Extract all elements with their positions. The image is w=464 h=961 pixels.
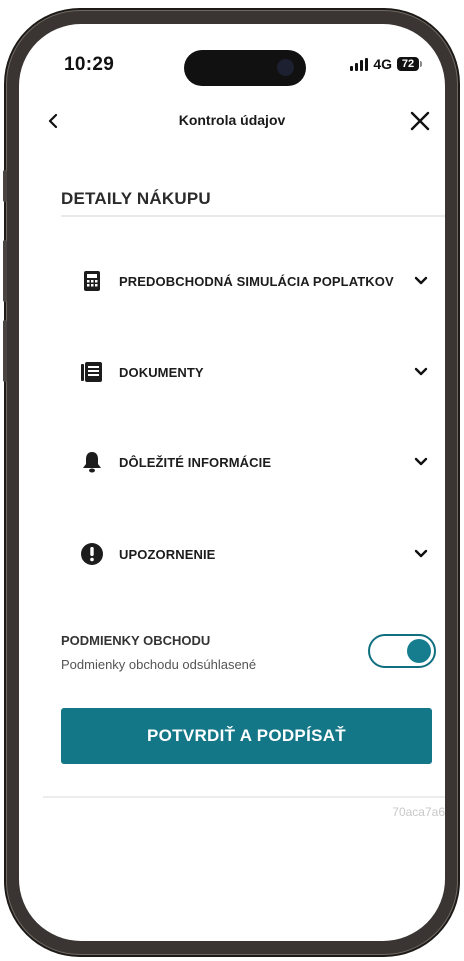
footer-divider (43, 796, 445, 798)
signal-icon (350, 57, 369, 71)
chevron-down-icon (414, 276, 428, 285)
volume-down-button (3, 320, 7, 382)
chevron-down-icon (414, 367, 428, 376)
build-id: 70aca7a6 (392, 805, 445, 819)
phone-frame: 10:29 4G 72 Kontrola údajov DETAILY NÁKU… (3, 10, 458, 955)
app-screen: 10:29 4G 72 Kontrola údajov DETAILY NÁKU… (19, 24, 445, 941)
terms-status: Podmienky obchodu odsúhlasené (61, 657, 257, 672)
network-type: 4G (373, 56, 392, 72)
document-icon (79, 359, 105, 385)
bell-icon (79, 449, 105, 475)
camera-lens (277, 59, 294, 76)
terms-title: PODMIENKY OBCHODU (61, 633, 211, 648)
chevron-down-icon (414, 549, 428, 558)
accordion-documents[interactable]: DOKUMENTY (79, 357, 429, 387)
section-title: DETAILY NÁKUPU (61, 189, 211, 208)
status-indicators: 4G 72 (350, 56, 422, 72)
accordion-label: DOKUMENTY (119, 364, 204, 380)
page-title: Kontrola údajov (178, 112, 286, 128)
calculator-icon (79, 268, 105, 294)
toggle-knob (407, 639, 431, 663)
accordion-fee-simulation[interactable]: PREDOBCHODNÁ SIMULÁCIA POPLATKOV (79, 266, 429, 296)
accordion-label: DÔLEŽITÉ INFORMÁCIE (119, 454, 272, 470)
terms-toggle[interactable] (368, 634, 436, 668)
status-time: 10:29 (64, 54, 115, 75)
accordion-important-info[interactable]: DÔLEŽITÉ INFORMÁCIE (79, 447, 429, 477)
accordion-warning[interactable]: UPOZORNENIE (79, 539, 429, 569)
accordion-label: PREDOBCHODNÁ SIMULÁCIA POPLATKOV (119, 273, 394, 289)
volume-up-button (3, 240, 7, 302)
section-divider (61, 215, 445, 217)
close-icon (410, 111, 430, 131)
battery-icon: 72 (397, 57, 422, 71)
warning-icon (79, 541, 105, 567)
close-button[interactable] (407, 108, 433, 134)
accordion-label: UPOZORNENIE (119, 546, 216, 562)
action-button (3, 170, 7, 202)
chevron-down-icon (414, 457, 428, 466)
battery-level: 72 (401, 58, 415, 70)
dynamic-island (184, 50, 306, 86)
confirm-sign-button[interactable]: POTVRDIŤ A PODPÍSAŤ (61, 708, 432, 764)
